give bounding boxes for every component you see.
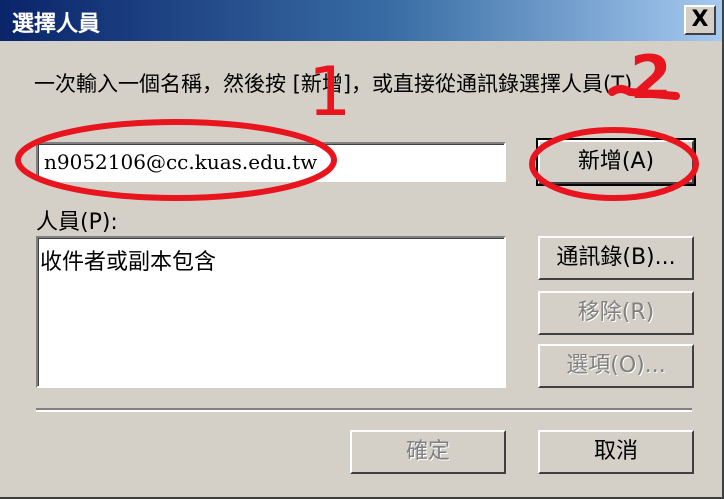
address-book-button[interactable]: 通訊錄(B)... — [538, 236, 694, 280]
options-button[interactable]: 選項(O)... — [538, 344, 694, 388]
separator — [36, 408, 692, 412]
title-bar[interactable]: 選擇人員 X — [0, 0, 722, 41]
add-button[interactable]: 新增(A) — [536, 138, 696, 186]
close-button[interactable]: X — [684, 5, 716, 35]
list-item[interactable]: 收件者或副本包含 — [40, 244, 216, 276]
name-input[interactable] — [36, 142, 506, 182]
cancel-button[interactable]: 取消 — [538, 430, 694, 474]
dialog-title: 選擇人員 — [12, 12, 101, 37]
select-people-dialog: 選擇人員 X 一次輸入一個名稱，然後按 [新增]，或直接從通訊錄選擇人員(T) … — [0, 0, 724, 499]
people-list[interactable]: 收件者或副本包含 — [36, 236, 506, 388]
ok-button[interactable]: 確定 — [350, 430, 506, 474]
close-icon: X — [691, 7, 709, 32]
remove-button[interactable]: 移除(R) — [538, 291, 694, 335]
people-label: 人員(P): — [36, 210, 118, 235]
instruction-text: 一次輸入一個名稱，然後按 [新增]，或直接從通訊錄選擇人員(T) — [34, 72, 633, 96]
